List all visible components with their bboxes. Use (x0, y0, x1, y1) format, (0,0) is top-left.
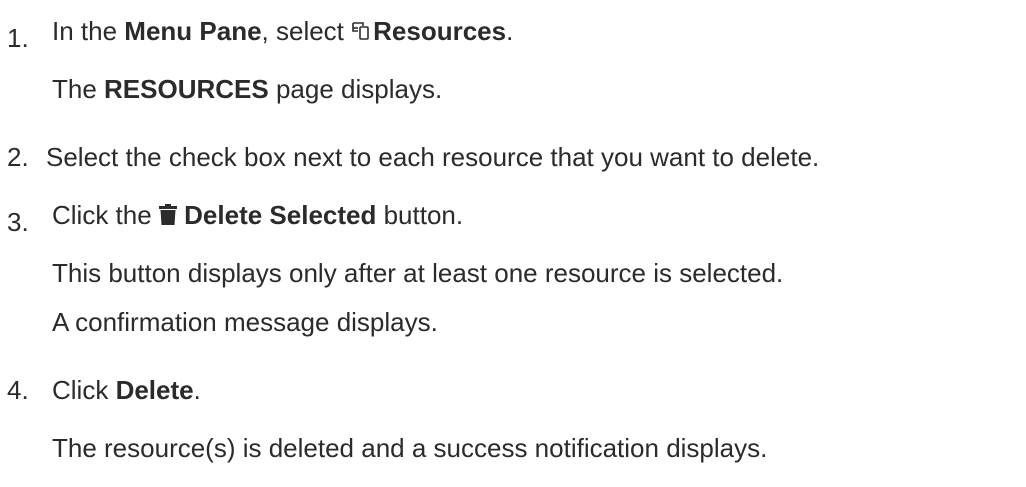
step-number: 1. (7, 23, 29, 53)
step-number: 2. (7, 142, 29, 172)
delete-label: Delete (115, 375, 194, 405)
resources-label: Resources (373, 16, 507, 46)
step-number: 3. (7, 207, 29, 237)
step-3-text: Click the Delete Selected button. (52, 199, 463, 233)
resources-page-label: RESOURCES (104, 74, 269, 104)
step-1: 1. In the Menu Pane, select Resources. (0, 15, 1026, 55)
delete-selected-label: Delete Selected (184, 200, 377, 230)
resources-icon (351, 17, 373, 49)
step-3: 3. Click the Delete Selected button. (0, 199, 1026, 239)
step-2-text: Select the check box next to each resour… (46, 142, 820, 172)
step-4-text: Click Delete. (52, 375, 201, 405)
menu-pane-label: Menu Pane (124, 16, 262, 46)
trash-icon (158, 201, 177, 233)
step-number: 4. (7, 375, 29, 405)
step-1-text: In the Menu Pane, select Resources. (52, 15, 513, 49)
